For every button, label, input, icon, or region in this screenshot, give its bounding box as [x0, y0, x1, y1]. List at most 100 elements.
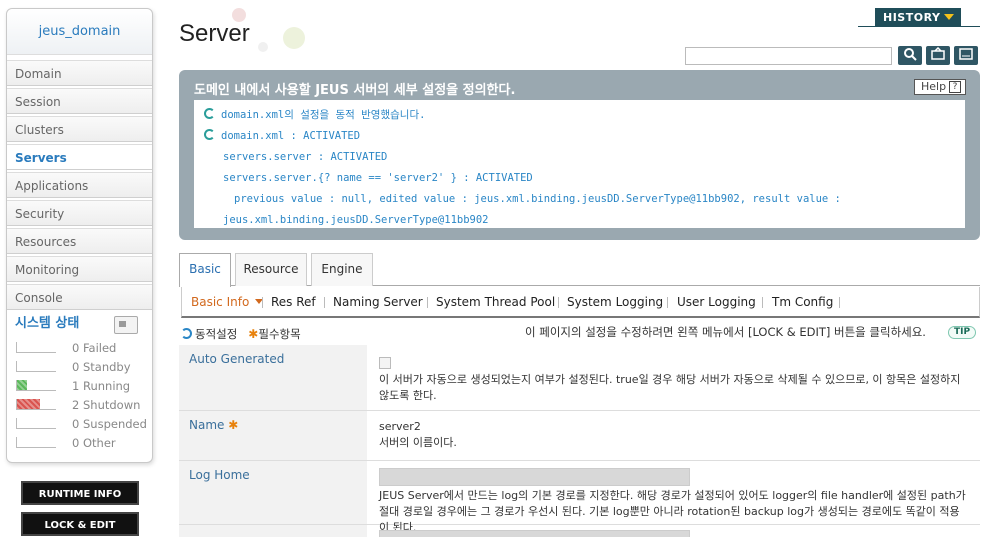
status-bar [16, 380, 56, 391]
sync-icon [204, 108, 215, 119]
field-label: Log Home [179, 461, 367, 524]
legend-required: 필수항목 [258, 327, 301, 341]
status-count: 0 [72, 341, 80, 355]
status-bar [16, 361, 56, 372]
subtab-res-ref[interactable]: Res Ref [271, 295, 316, 309]
subtab-tm-config[interactable]: Tm Config [772, 295, 833, 309]
search-button[interactable] [898, 46, 922, 65]
refresh-icon [931, 46, 945, 60]
page-title: Server [179, 20, 250, 47]
decoration-circle [283, 27, 305, 49]
system-status-title: 시스템 상태 [15, 316, 80, 331]
subtab-naming-server[interactable]: Naming Server [333, 295, 423, 309]
log-home-input[interactable] [379, 468, 690, 486]
status-bar-fill [17, 399, 41, 409]
status-label: Running [82, 379, 131, 393]
status-label: Suspended [82, 417, 147, 431]
field-row-next [179, 525, 980, 537]
status-bar [16, 399, 56, 410]
xml-icon [959, 48, 973, 60]
legend: 동적설정 ✱필수항목 [181, 326, 301, 342]
xml-view-button[interactable] [954, 46, 978, 65]
status-suspended: 0 Suspended [16, 416, 152, 435]
field-value: server2 서버의 이름이다. [367, 411, 980, 459]
status-count: 0 [72, 417, 80, 431]
subtab-bar: Basic Info Res Ref Naming Server System … [181, 287, 980, 318]
info-messages: domain.xml의 설정을 동적 반영했습니다. domain.xml : … [194, 100, 965, 228]
subtab-system-thread-pool[interactable]: System Thread Pool [436, 295, 555, 309]
sidebar-item-resources[interactable]: Resources [7, 228, 152, 254]
info-line: servers.server : ACTIVATED [223, 151, 388, 163]
tab-resource[interactable]: Resource [235, 253, 307, 286]
tip-badge[interactable]: TIP [948, 326, 977, 339]
field-label: Name [189, 418, 225, 432]
history-button[interactable]: HISTORY [875, 8, 961, 27]
divider [762, 297, 763, 308]
legend-dynamic: 동적설정 [195, 327, 238, 341]
lock-edit-button[interactable]: LOCK & EDIT [21, 512, 139, 536]
monitor-icon[interactable] [114, 316, 138, 334]
system-status-list: 0 Failed 0 Standby 1 Running 2 Shutdown … [7, 340, 152, 454]
sidebar-item-servers[interactable]: Servers [7, 144, 152, 170]
field-value: 이 서버가 자동으로 생성되었는지 여부가 설정된다. true일 경우 해당 … [367, 345, 980, 412]
sidebar-item-security[interactable]: Security [7, 200, 152, 226]
search-icon [904, 48, 917, 61]
sidebar-item-domain[interactable]: Domain [7, 60, 152, 86]
field-row-name: Name ✱ server2 서버의 이름이다. [179, 411, 980, 461]
question-icon: ? [949, 81, 961, 93]
status-other: 0 Other [16, 435, 152, 454]
field-description: 서버의 이름이다. [379, 436, 457, 449]
decoration-circle [258, 42, 268, 52]
status-bar [16, 437, 56, 448]
status-label: Shutdown [82, 398, 141, 412]
status-failed: 0 Failed [16, 340, 152, 359]
subtab-user-logging[interactable]: User Logging [677, 295, 756, 309]
tab-basic[interactable]: Basic [179, 253, 231, 287]
sidebar-item-applications[interactable]: Applications [7, 172, 152, 198]
status-shutdown: 2 Shutdown [16, 397, 152, 416]
status-count: 1 [72, 379, 80, 393]
auto-generated-checkbox[interactable] [379, 357, 391, 369]
status-standby: 0 Standby [16, 359, 152, 378]
status-count: 2 [72, 398, 80, 412]
basic-info-form: Auto Generated 이 서버가 자동으로 생성되었는지 여부가 설정된… [179, 345, 980, 537]
sidebar-menu: Domain Session Clusters Servers Applicat… [7, 60, 152, 310]
next-field-input[interactable] [379, 530, 690, 537]
refresh-button[interactable] [926, 46, 950, 65]
help-button[interactable]: Help? [914, 79, 966, 95]
help-label: Help [921, 80, 947, 93]
subtab-system-logging[interactable]: System Logging [567, 295, 663, 309]
info-line: domain.xml : ACTIVATED [204, 126, 955, 147]
field-value [367, 525, 980, 537]
subtab-basic-info[interactable]: Basic Info [191, 295, 264, 309]
status-label: Failed [82, 341, 117, 355]
tab-bar: Basic Resource Engine [179, 253, 980, 287]
tab-engine[interactable]: Engine [311, 253, 373, 286]
sidebar-item-clusters[interactable]: Clusters [7, 116, 152, 142]
name-value: server2 [379, 420, 421, 433]
field-row-auto-generated: Auto Generated 이 서버가 자동으로 생성되었는지 여부가 설정된… [179, 345, 980, 411]
status-bar [16, 418, 56, 429]
info-line: previous value : null, edited value : je… [234, 193, 841, 205]
divider [324, 297, 325, 308]
status-count: 0 [72, 360, 80, 374]
search-input[interactable] [685, 47, 892, 65]
sidebar-item-console[interactable]: Console [7, 284, 152, 310]
required-icon: ✱ [248, 327, 259, 341]
status-running: 1 Running [16, 378, 152, 397]
sync-icon [204, 129, 215, 140]
sidebar-item-monitoring[interactable]: Monitoring [7, 256, 152, 282]
field-row-log-home: Log Home JEUS Server에서 만드는 log의 기본 경로를 지… [179, 461, 980, 534]
domain-name[interactable]: jeus_domain [7, 9, 152, 55]
status-count: 0 [72, 436, 80, 450]
field-label: Auto Generated [179, 345, 367, 410]
info-line-text: domain.xml의 설정을 동적 반영했습니다. [221, 109, 426, 121]
divider [427, 297, 428, 308]
sidebar-item-session[interactable]: Session [7, 88, 152, 114]
runtime-info-button[interactable]: RUNTIME INFO [21, 481, 139, 505]
info-line: domain.xml의 설정을 동적 반영했습니다. [204, 105, 955, 126]
status-bar [16, 342, 56, 353]
dynamic-setting-icon [181, 328, 192, 339]
lock-notice: 이 페이지의 설정을 수정하려면 왼쪽 메뉴에서 [LOCK & EDIT] 버… [525, 325, 926, 339]
info-title: 도메인 내에서 사용할 JEUS 서버의 세부 설정을 정의한다. [194, 83, 516, 98]
